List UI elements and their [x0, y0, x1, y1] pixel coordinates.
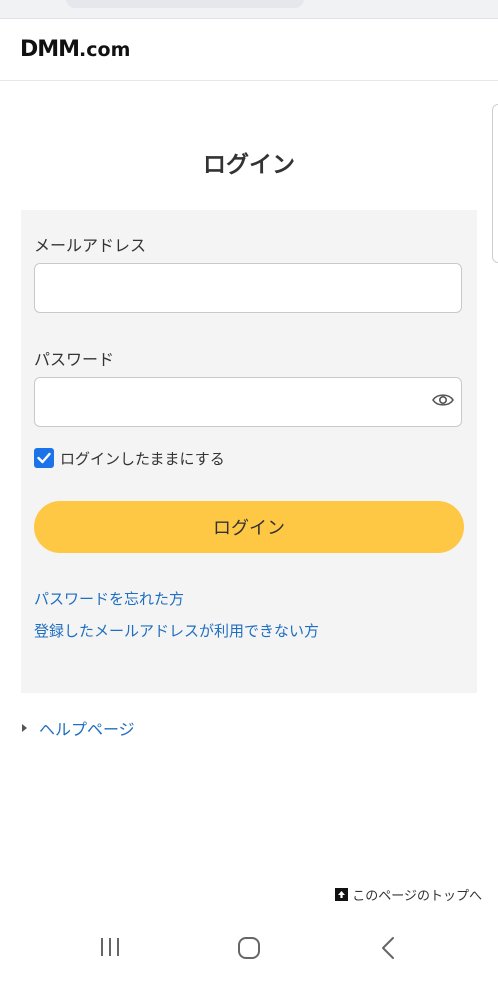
logo-suffix: .com	[79, 39, 131, 61]
site-header: DMM.com	[0, 19, 498, 81]
email-label: メールアドレス	[34, 236, 147, 255]
back-to-top[interactable]: このページのトップへ	[335, 885, 482, 904]
recent-apps-icon[interactable]	[99, 936, 121, 958]
forgot-password-link[interactable]: パスワードを忘れた方	[34, 588, 184, 609]
arrow-up-icon	[335, 888, 349, 901]
triangle-right-icon	[22, 724, 27, 732]
email-field[interactable]	[34, 263, 462, 313]
email-unavailable-link[interactable]: 登録したメールアドレスが利用できない方	[34, 620, 319, 641]
page-title: ログイン	[203, 152, 295, 178]
eye-icon[interactable]	[432, 392, 454, 408]
password-field[interactable]	[34, 377, 462, 427]
check-icon	[37, 452, 51, 464]
help-page-link[interactable]: ヘルプページ	[39, 716, 135, 740]
back-icon[interactable]	[380, 936, 396, 960]
back-to-top-label: このページのトップへ	[352, 889, 482, 904]
home-icon[interactable]	[237, 936, 261, 960]
password-label: パスワード	[34, 350, 115, 369]
login-panel: メールアドレス パスワード ログインしたままにする ログイン パスワードを忘れた…	[21, 210, 477, 693]
remember-me-row[interactable]: ログインしたままにする	[34, 446, 225, 470]
login-button[interactable]: ログイン	[34, 501, 464, 553]
help-page-row[interactable]: ヘルプページ	[22, 716, 135, 740]
address-bar[interactable]	[66, 0, 304, 8]
side-scroll-handle[interactable]	[492, 104, 498, 263]
logo-text: DMM	[20, 37, 80, 62]
remember-me-label: ログインしたままにする	[60, 449, 225, 468]
remember-me-checkbox[interactable]	[34, 448, 54, 468]
browser-top-bar	[0, 0, 498, 19]
dmm-logo[interactable]: DMM.com	[20, 37, 130, 62]
android-nav-bar	[0, 920, 498, 982]
